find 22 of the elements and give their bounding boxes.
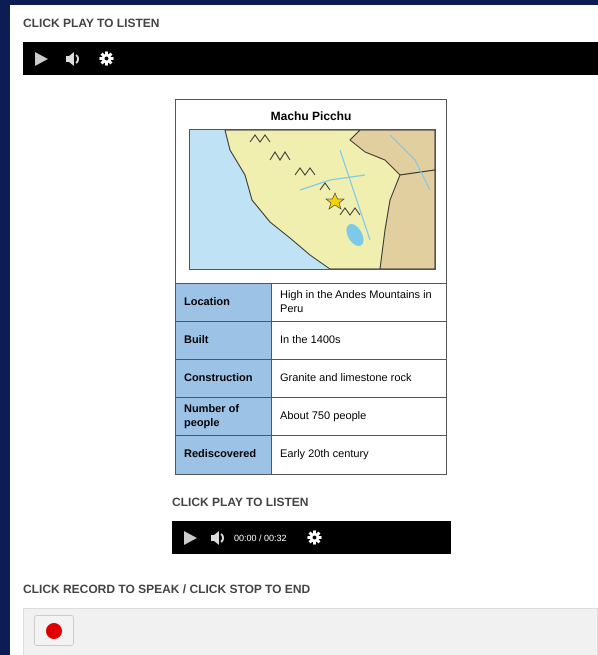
time-display: 00:00 / 00:32 xyxy=(234,532,287,542)
play-icon[interactable] xyxy=(35,52,48,66)
settings-icon[interactable] xyxy=(99,51,114,66)
volume-icon[interactable] xyxy=(211,530,226,544)
section-label: CLICK PLAY TO LISTEN xyxy=(23,16,160,30)
row-header: Location xyxy=(176,284,272,322)
play-icon[interactable] xyxy=(184,530,197,544)
table-cell: High in the Andes Mountains in Peru xyxy=(272,284,446,322)
row-header: Number of people xyxy=(176,398,272,436)
figure-title: Machu Picchu xyxy=(270,108,352,125)
table-cell: Granite and limestone rock xyxy=(272,360,446,398)
settings-icon[interactable] xyxy=(306,530,322,545)
row-header: Rediscovered xyxy=(176,436,272,474)
table-cell: In the 1400s xyxy=(272,322,446,360)
volume-icon[interactable] xyxy=(66,52,81,66)
table-cell: About 750 people xyxy=(272,398,446,436)
row-header: Built xyxy=(176,322,272,360)
table-cell-text: Early 20th century xyxy=(279,447,370,462)
record-button[interactable] xyxy=(34,615,74,646)
section-label: CLICK PLAY TO LISTEN xyxy=(172,495,310,509)
row-header: Construction xyxy=(176,360,272,398)
section-label: CLICK RECORD TO SPEAK / CLICK STOP TO END xyxy=(23,582,312,596)
